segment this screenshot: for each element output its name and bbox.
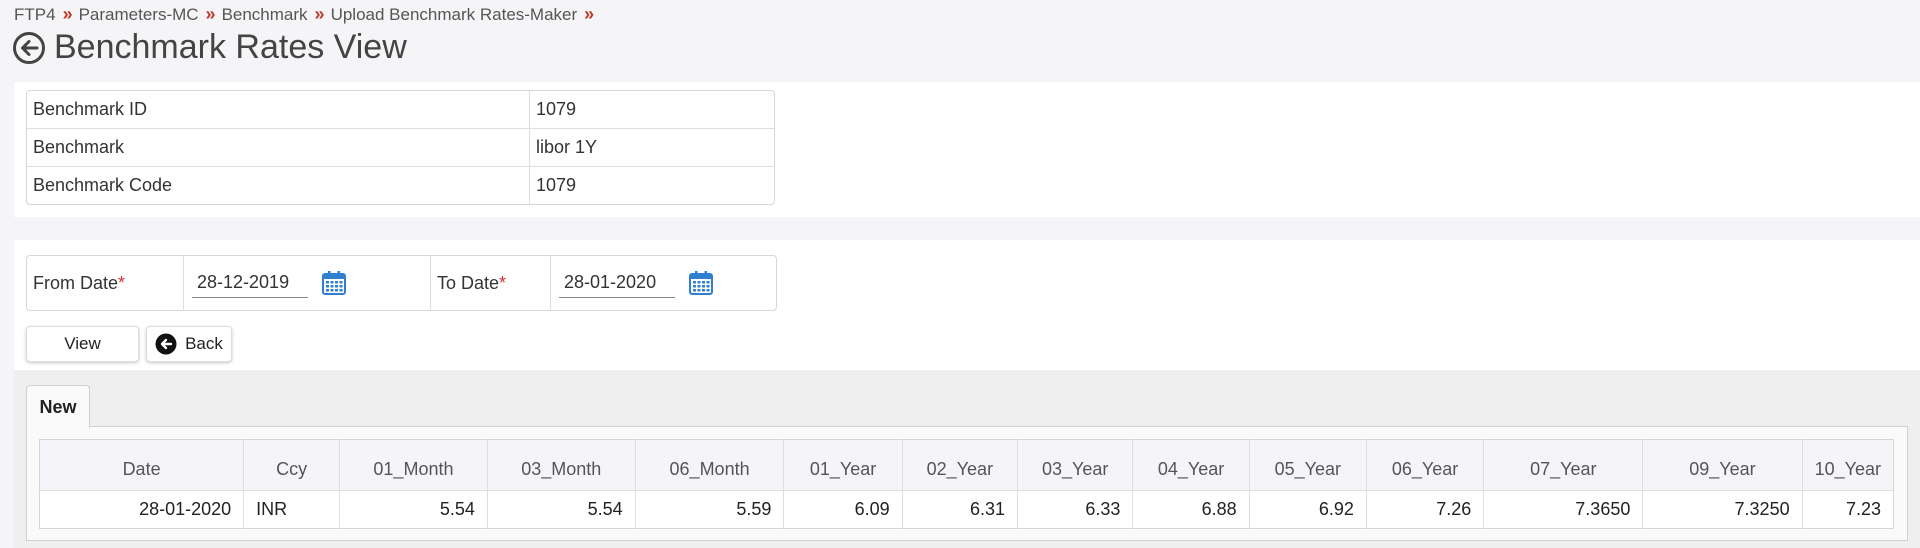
info-value: libor 1Y <box>530 129 774 167</box>
info-value: 1079 <box>536 175 577 195</box>
cell-01-year: 6.09 <box>783 490 903 529</box>
breadcrumb: FTP4 » Parameters-MC » Benchmark » Upload Benc… <box>14 4 600 25</box>
cell-03-month: 5.54 <box>487 490 636 529</box>
info-row: Benchmark libor 1Y <box>27 129 774 167</box>
breadcrumb-separator: » <box>584 4 595 24</box>
column-header-04-year[interactable]: 04_Year <box>1132 439 1250 491</box>
from-date-label-cell: From Date * <box>27 256 184 310</box>
date-filter: From Date* To Date* <box>26 255 777 311</box>
table-row[interactable]: 28-01-2020 INR 5.54 5.54 5.59 6.09 6.31 … <box>39 490 1894 529</box>
title-row: Benchmark Rates View <box>12 28 407 67</box>
info-label: Benchmark ID <box>27 91 530 129</box>
breadcrumb-separator: » <box>314 4 325 24</box>
breadcrumb-item-benchmark[interactable]: Benchmark <box>222 5 308 24</box>
breadcrumb-separator: » <box>205 4 216 24</box>
info-label: Benchmark <box>27 129 530 167</box>
back-button-label: Back <box>185 334 223 353</box>
cell-09-year: 7.3250 <box>1642 490 1803 529</box>
to-date-input[interactable] <box>559 268 675 298</box>
column-header-01-month[interactable]: 01_Month <box>339 439 488 491</box>
column-header-02-year[interactable]: 02_Year <box>902 439 1019 491</box>
cell-06-year: 7.26 <box>1366 490 1485 529</box>
page-title: Benchmark Rates View <box>54 28 407 66</box>
column-header-09-year[interactable]: 09_Year <box>1642 439 1803 491</box>
back-button[interactable]: Back <box>146 326 232 362</box>
calendar-icon[interactable] <box>687 269 715 297</box>
info-row: Benchmark ID 1079 <box>27 91 774 129</box>
column-header-06-month[interactable]: 06_Month <box>635 439 785 491</box>
to-date-label-cell: To Date * <box>431 256 551 310</box>
breadcrumb-item-parameters-mc[interactable]: Parameters-MC <box>79 5 199 24</box>
cell-06-month: 5.59 <box>635 490 785 529</box>
column-header-07-year[interactable]: 07_Year <box>1483 439 1644 491</box>
cell-ccy: INR <box>243 490 341 529</box>
cell-07-year: 7.3650 <box>1483 490 1644 529</box>
breadcrumb-item-upload-benchmark-rates-maker[interactable]: Upload Benchmark Rates-Maker <box>331 5 578 24</box>
view-button[interactable]: View <box>26 326 139 362</box>
column-header-03-year[interactable]: 03_Year <box>1017 439 1134 491</box>
column-header-01-year[interactable]: 01_Year <box>783 439 903 491</box>
table-header-row: Date Ccy 01_Month 03_Month 06_Month 01_Y… <box>39 439 1894 491</box>
calendar-icon[interactable] <box>320 269 348 297</box>
to-date-label: To Date <box>437 272 500 293</box>
cell-02-year: 6.31 <box>902 490 1019 529</box>
column-header-03-month[interactable]: 03_Month <box>487 439 636 491</box>
required-marker: * <box>499 272 507 293</box>
column-header-05-year[interactable]: 05_Year <box>1249 439 1367 491</box>
column-header-06-year[interactable]: 06_Year <box>1366 439 1485 491</box>
column-header-ccy[interactable]: Ccy <box>243 439 341 491</box>
cell-date: 28-01-2020 <box>39 490 245 529</box>
cell-04-year: 6.88 <box>1132 490 1250 529</box>
column-header-10-year[interactable]: 10_Year <box>1802 439 1894 491</box>
from-date-input[interactable] <box>192 268 308 298</box>
column-header-date[interactable]: Date <box>39 439 245 491</box>
arrow-left-circle-icon[interactable] <box>12 31 46 65</box>
cell-01-month: 5.54 <box>339 490 488 529</box>
to-date-cell <box>551 256 776 310</box>
cell-10-year: 7.23 <box>1845 499 1881 519</box>
from-date-cell <box>184 256 431 310</box>
breadcrumb-item-ftp4[interactable]: FTP4 <box>14 5 56 24</box>
cell-03-year: 6.33 <box>1017 490 1134 529</box>
benchmark-info-table: Benchmark ID 1079 Benchmark libor 1Y Ben… <box>26 90 775 205</box>
info-value: 1079 <box>530 91 774 129</box>
info-row: Benchmark Code 1079 <box>27 167 774 204</box>
from-date-label: From Date <box>33 272 119 293</box>
arrow-left-circle-filled-icon <box>155 333 177 355</box>
tab-new[interactable]: New <box>26 385 90 428</box>
info-label: Benchmark Code <box>27 167 530 204</box>
breadcrumb-separator: » <box>62 4 73 24</box>
required-marker: * <box>118 272 126 293</box>
benchmark-rates-table: Date Ccy 01_Month 03_Month 06_Month 01_Y… <box>39 439 1894 529</box>
cell-05-year: 6.92 <box>1249 490 1367 529</box>
